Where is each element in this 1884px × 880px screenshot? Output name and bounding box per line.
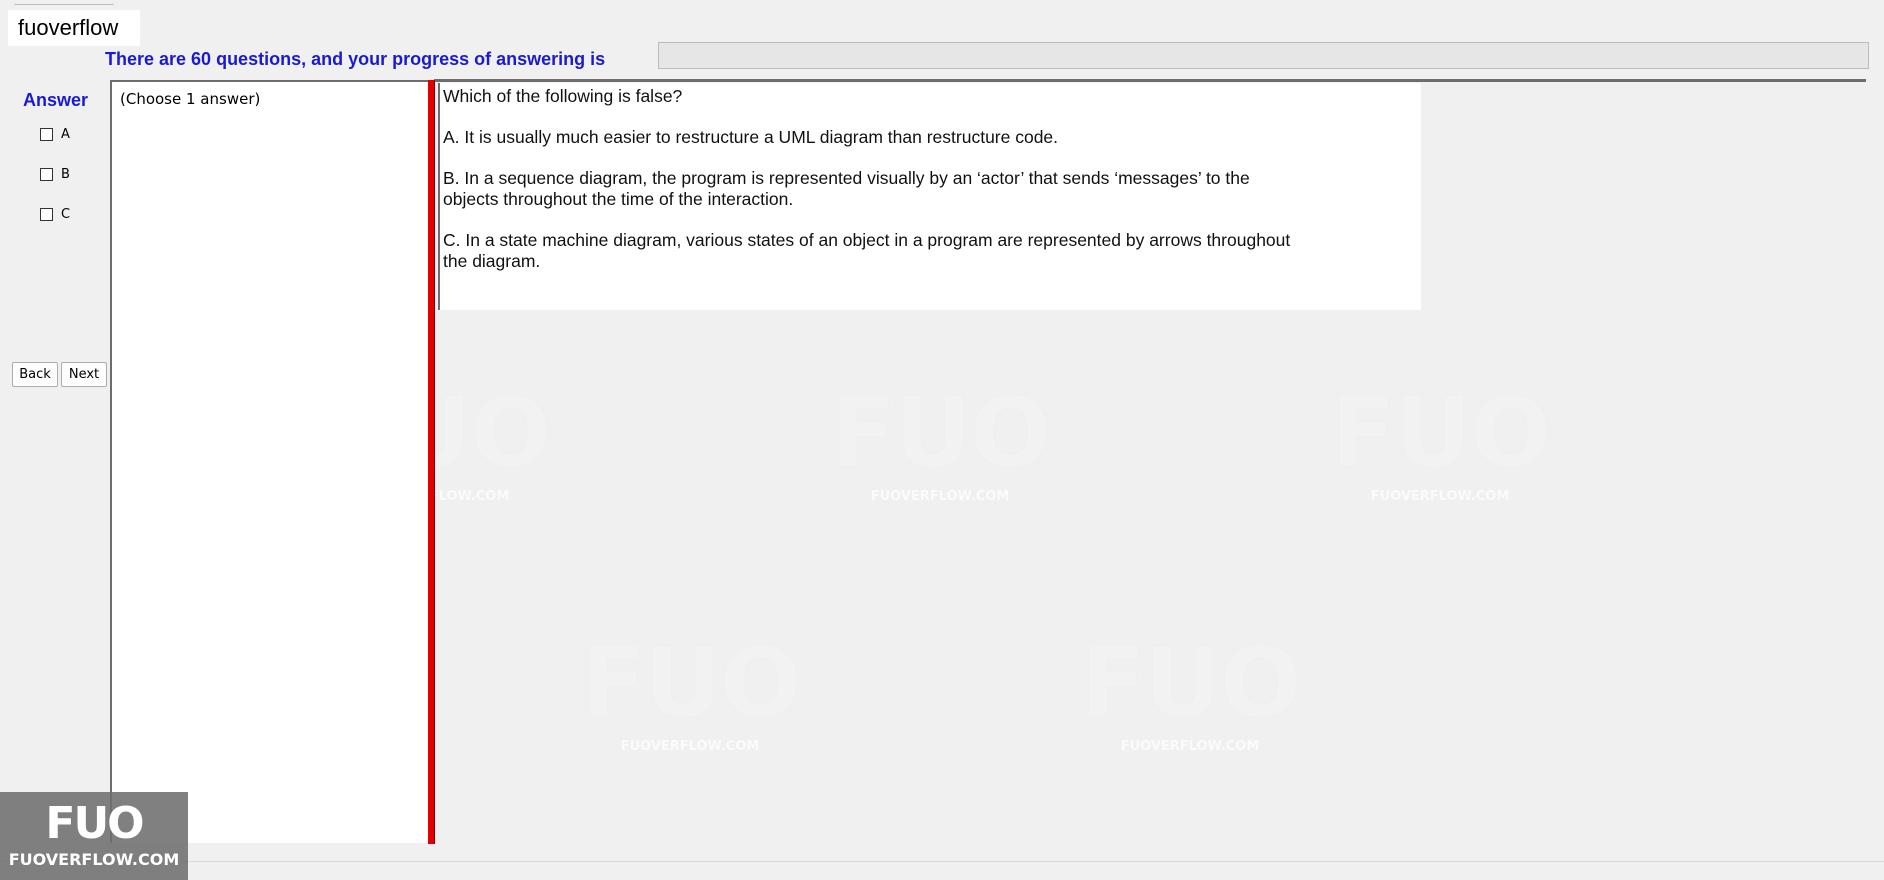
logo-text: FUOVERFLOW.COM <box>8 850 180 869</box>
top-separator <box>434 79 1866 82</box>
question-option-a: A. It is usually much easier to restruct… <box>443 127 1059 147</box>
watermark: FUO FUOVERFLOW.COM <box>1080 627 1301 754</box>
watermark-text: FUOVERFLOW.COM <box>620 739 760 754</box>
answer-heading: Answer <box>23 90 89 110</box>
bottom-border <box>0 861 1884 862</box>
watermark-logo: FUO <box>580 627 801 739</box>
option-label: B <box>61 166 70 182</box>
checkbox-a[interactable] <box>40 127 53 141</box>
watermark-text: FUOVERFLOW.COM <box>1370 489 1510 504</box>
checkbox-c[interactable] <box>40 207 53 221</box>
progress-bar <box>658 42 1869 69</box>
app-title: fuoverflow <box>8 10 140 46</box>
watermark-logo: FUO <box>830 377 1051 489</box>
watermark: FUO FUOVERFLOW.COM <box>1330 377 1551 504</box>
watermark-logo: FUO <box>1330 377 1551 489</box>
panel-splitter[interactable] <box>428 80 435 844</box>
answer-option-c[interactable]: C <box>40 204 70 224</box>
watermark: FUO FUOVERFLOW.COM <box>580 627 801 754</box>
progress-label: There are 60 questions, and your progres… <box>105 49 606 69</box>
question-panel: Which of the following is false? A. It i… <box>438 83 1421 310</box>
question-option-c-cont: the diagram. <box>443 251 541 271</box>
option-label: A <box>61 126 70 142</box>
watermark-logo: FUO <box>1080 627 1301 739</box>
choose-panel: (Choose 1 answer) <box>110 80 431 843</box>
answer-option-a[interactable]: A <box>40 124 70 144</box>
fuoverflow-logo: FUO FUOVERFLOW.COM <box>0 792 188 880</box>
question-option-b-cont: objects throughout the time of the inter… <box>443 189 794 209</box>
question-prompt: Which of the following is false? <box>443 86 683 106</box>
watermark-text: FUOVERFLOW.COM <box>1120 739 1260 754</box>
choose-instruction: (Choose 1 answer) <box>120 90 261 108</box>
watermark-text: FUOVERFLOW.COM <box>870 489 1010 504</box>
answer-option-b[interactable]: B <box>40 164 70 184</box>
next-button[interactable]: Next <box>61 362 107 387</box>
question-option-c: C. In a state machine diagram, various s… <box>443 230 1291 250</box>
checkbox-b[interactable] <box>40 167 53 181</box>
option-label: C <box>61 206 71 222</box>
question-option-b: B. In a sequence diagram, the program is… <box>443 168 1250 188</box>
watermark: FUO FUOVERFLOW.COM <box>830 377 1051 504</box>
back-button[interactable]: Back <box>12 362 58 387</box>
logo-mark: FUO <box>45 798 144 849</box>
